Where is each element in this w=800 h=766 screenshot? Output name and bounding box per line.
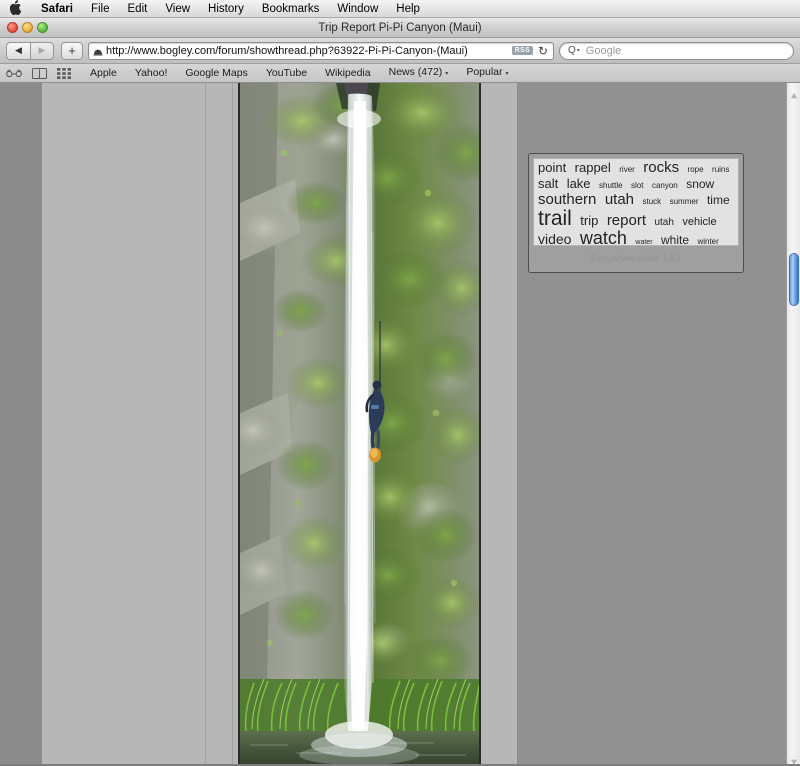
tag-cloud-item[interactable]: salt [538, 176, 558, 191]
bookmark-google-maps[interactable]: Google Maps [176, 64, 256, 83]
tag-cloud-item[interactable]: watch [580, 228, 627, 245]
site-icon [93, 46, 103, 56]
chevron-down-icon[interactable]: ▾ [577, 47, 580, 54]
tag-cloud-item[interactable]: ruins [712, 165, 729, 174]
tag-cloud-footer: Everywhere visitor 1.3.1 [590, 253, 682, 263]
bookmarks-bar: Apple Yahoo! Google Maps YouTube Wikiped… [0, 64, 800, 83]
menu-item-edit[interactable]: Edit [119, 0, 157, 18]
tag-cloud-item[interactable]: time [707, 193, 730, 207]
tag-cloud-item[interactable]: river [619, 165, 635, 174]
tag-cloud-item[interactable]: stuck [642, 197, 661, 206]
bookmark-news[interactable]: News (472) ▾ [380, 63, 458, 84]
window-title: Trip Report Pi-Pi Canyon (Maui) [318, 21, 482, 34]
forward-button[interactable]: ▶ [30, 41, 54, 60]
tag-cloud-item[interactable]: rocks [643, 159, 679, 176]
bookmark-yahoo[interactable]: Yahoo! [126, 64, 177, 83]
tag-cloud-item[interactable]: point [538, 160, 566, 175]
tag-cloud-widget: point rappel river rocks rope ruins salt… [528, 153, 744, 273]
tag-cloud-item[interactable]: slot [631, 181, 643, 190]
tag-cloud-list: point rappel river rocks rope ruins salt… [533, 158, 739, 246]
window-title-bar[interactable]: Trip Report Pi-Pi Canyon (Maui) [0, 18, 800, 38]
tag-cloud-item[interactable]: utah [654, 217, 673, 228]
tag-cloud-item[interactable]: rope [688, 165, 704, 174]
tag-cloud-item[interactable]: southern [538, 191, 596, 208]
browser-toolbar: ◀ ▶ + http://www.bogley.com/forum/showth… [0, 38, 800, 64]
tag-cloud-item[interactable]: utah [605, 191, 634, 208]
column-divider-left [205, 83, 206, 765]
scroll-down-arrow[interactable] [790, 753, 798, 765]
bookmark-news-label: News (472) [388, 65, 443, 78]
bookmark-wikipedia[interactable]: Wikipedia [316, 64, 380, 83]
chevron-down-icon: ▾ [505, 70, 509, 77]
window-controls [7, 22, 48, 33]
menu-item-help[interactable]: Help [387, 0, 429, 18]
tag-cloud-item[interactable]: vehicle [682, 216, 716, 228]
tag-cloud-item[interactable]: summer [670, 197, 699, 206]
zoom-button[interactable] [37, 22, 48, 33]
tag-cloud-item[interactable]: water [635, 239, 652, 245]
reload-icon[interactable]: ↻ [538, 45, 548, 57]
tag-cloud-item[interactable]: shuttle [599, 181, 623, 190]
tag-cloud-item[interactable]: trip [580, 213, 598, 228]
menu-item-window[interactable]: Window [328, 0, 387, 18]
top-sites-icon[interactable] [57, 67, 71, 79]
scroll-up-arrow[interactable] [790, 87, 798, 99]
close-button[interactable] [7, 22, 18, 33]
bookmark-popular[interactable]: Popular ▾ [457, 63, 517, 84]
address-bar-url: http://www.bogley.com/forum/showthread.p… [106, 44, 468, 57]
address-bar[interactable]: http://www.bogley.com/forum/showthread.p… [88, 41, 554, 60]
forum-page-body [42, 83, 518, 765]
tag-cloud-item[interactable]: lake [567, 176, 591, 191]
tag-cloud-item[interactable]: report [607, 212, 646, 229]
column-divider-right [232, 83, 233, 765]
post-image-frame [238, 83, 481, 765]
vertical-scrollbar[interactable] [786, 83, 800, 765]
show-all-bookmarks-icon[interactable] [6, 69, 22, 78]
reading-list-icon[interactable] [32, 67, 47, 79]
search-field[interactable]: Q ▾ Google [559, 41, 794, 60]
back-button[interactable]: ◀ [6, 41, 30, 60]
tag-cloud-item[interactable]: snow [686, 177, 714, 191]
menu-item-file[interactable]: File [82, 0, 119, 18]
browser-window: Trip Report Pi-Pi Canyon (Maui) ◀ ▶ + ht… [0, 18, 800, 766]
tag-cloud-item[interactable]: trail [538, 207, 572, 230]
menu-item-history[interactable]: History [199, 0, 253, 18]
tag-cloud-item[interactable]: video [538, 231, 571, 245]
page-left-gutter [0, 83, 42, 765]
tag-cloud-item[interactable]: winter [697, 237, 718, 246]
tag-cloud-item[interactable]: rappel [575, 160, 611, 175]
bookmark-apple[interactable]: Apple [81, 64, 126, 83]
minimize-button[interactable] [22, 22, 33, 33]
search-icon: Q [568, 45, 576, 56]
menu-item-bookmarks[interactable]: Bookmarks [253, 0, 329, 18]
menu-item-view[interactable]: View [156, 0, 199, 18]
search-input-placeholder: Google [585, 44, 622, 57]
tag-cloud-item[interactable]: canyon [652, 181, 678, 190]
chevron-down-icon: ▾ [445, 70, 449, 77]
tag-cloud-item[interactable]: white [661, 233, 689, 245]
rss-button[interactable]: RSS [511, 46, 533, 55]
apple-logo-icon[interactable] [8, 0, 22, 15]
waterfall-photo[interactable] [240, 83, 479, 765]
page-viewport: point rappel river rocks rope ruins salt… [0, 83, 800, 765]
navigation-buttons: ◀ ▶ [6, 41, 54, 60]
scrollbar-thumb[interactable] [789, 252, 799, 306]
bookmark-youtube[interactable]: YouTube [257, 64, 316, 83]
menu-item-safari[interactable]: Safari [32, 0, 82, 18]
menu-bar: Safari File Edit View History Bookmarks … [0, 0, 800, 18]
add-bookmark-button[interactable]: + [61, 41, 83, 60]
bookmark-popular-label: Popular [466, 65, 503, 78]
